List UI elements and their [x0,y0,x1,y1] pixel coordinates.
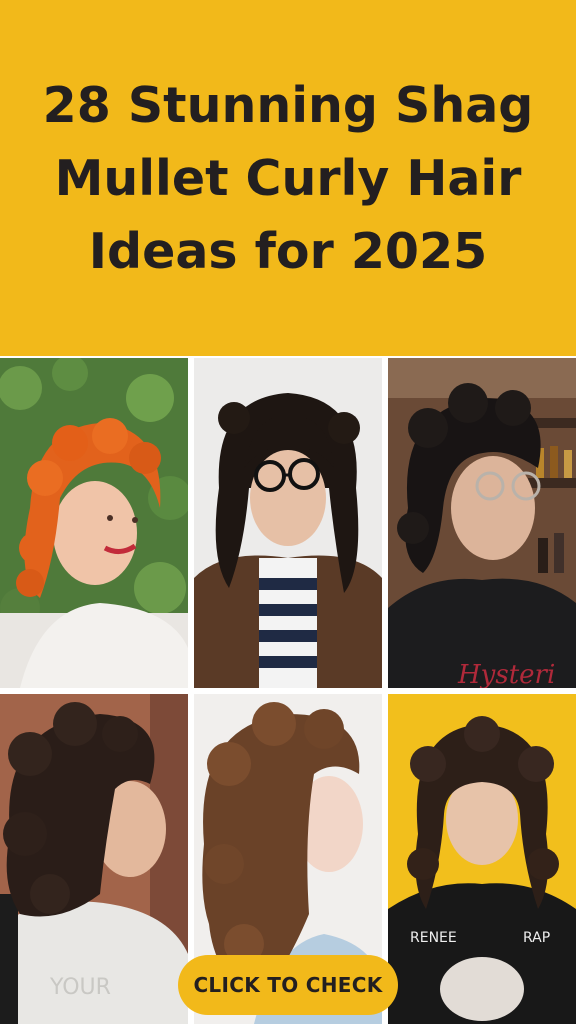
photo-copper-curly-shag[interactable] [0,358,188,688]
click-to-check-button[interactable]: CLICK TO CHECK [178,955,398,1015]
photo-dark-curly-shag-profile[interactable]: YOUR [0,694,188,1024]
title-line-2: Mullet Curly Hair [54,149,522,207]
svg-text:RENEE: RENEE [410,930,457,946]
photo-dark-curly-glasses-stripes[interactable] [194,358,382,688]
svg-text:Hysteri: Hysteri [457,660,555,688]
title-line-3: Ideas for 2025 [88,222,488,280]
title-banner: 28 Stunning Shag Mullet Curly Hair Ideas… [0,0,576,356]
photo-dark-curly-mullet-shop[interactable]: Hysteri [388,358,576,688]
photo-grid: Hysteri YOUR RENEE RAP [0,358,576,1024]
title-line-1: 28 Stunning Shag [42,76,534,134]
photo-dark-curly-shag-bangs-yellow[interactable]: RENEE RAP [388,694,576,1024]
svg-text:YOUR: YOUR [49,975,111,1000]
page-title: 28 Stunning Shag Mullet Curly Hair Ideas… [29,69,548,288]
svg-text:RAP: RAP [523,930,550,946]
